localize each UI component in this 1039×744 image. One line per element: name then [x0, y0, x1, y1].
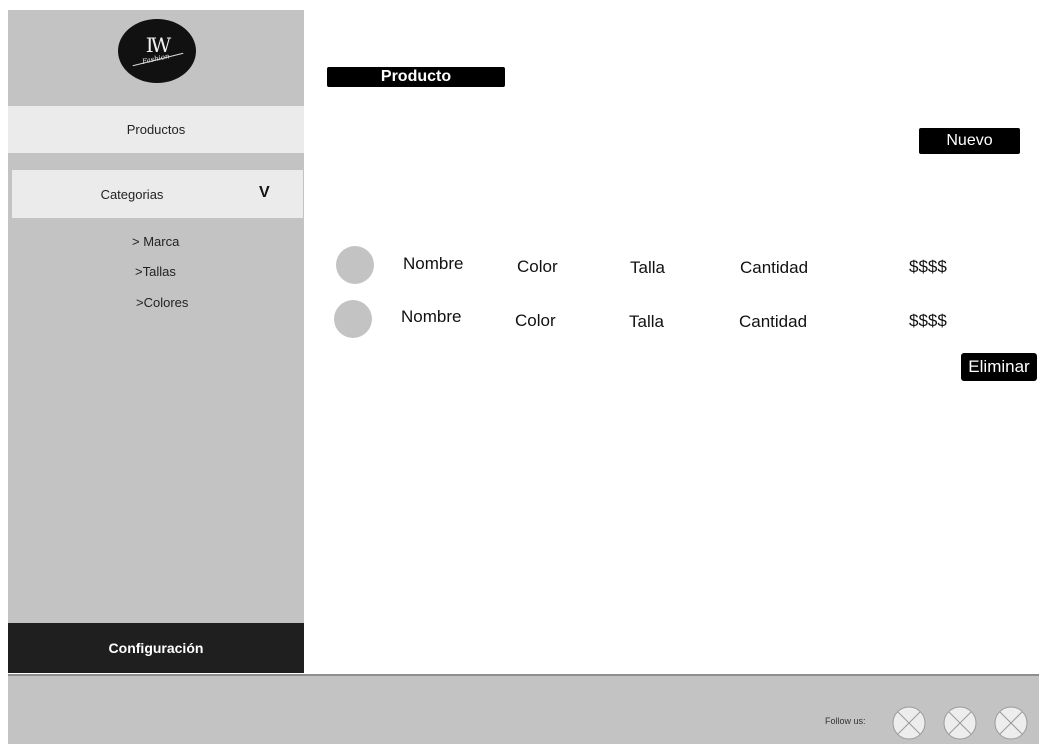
sidebar: IW Fashion Productos Categorias V > Marc… — [8, 10, 304, 673]
cell-talla: Talla — [630, 258, 665, 277]
social-placeholder-icon[interactable] — [994, 706, 1028, 740]
footer: Follow us: — [8, 674, 1039, 744]
sidebar-item-label: Productos — [126, 122, 186, 137]
chevron-down-icon[interactable]: V — [259, 184, 270, 202]
follow-us-label: Follow us: — [825, 716, 866, 726]
cell-cantidad: Cantidad — [740, 258, 809, 277]
cell-nombre: Nombre — [401, 307, 462, 326]
cell-color: Color — [515, 311, 556, 330]
sidebar-subitem-colores[interactable]: >Colores — [136, 295, 188, 310]
page-title: Producto — [327, 67, 505, 87]
new-product-button[interactable]: Nuevo — [919, 128, 1020, 154]
product-image-placeholder — [334, 300, 372, 338]
cell-talla: Talla — [629, 312, 664, 331]
page-title-text: Producto — [380, 68, 452, 85]
delete-button[interactable]: Eliminar — [961, 353, 1037, 381]
sidebar-item-categorias[interactable]: Categorias V — [12, 170, 303, 218]
cell-cantidad: Cantidad — [739, 312, 808, 331]
sidebar-item-label: Categorias — [100, 186, 164, 202]
cell-nombre: Nombre — [403, 254, 464, 273]
social-placeholder-icon[interactable] — [892, 706, 926, 740]
cell-color: Color — [517, 257, 558, 276]
cell-precio: $$$$ — [909, 311, 947, 330]
sidebar-subitem-marca[interactable]: > Marca — [132, 234, 179, 249]
sidebar-item-label: Configuración — [108, 640, 204, 656]
cell-precio: $$$$ — [909, 257, 947, 276]
social-placeholder-icon[interactable] — [943, 706, 977, 740]
sidebar-item-productos[interactable]: Productos — [8, 106, 304, 153]
sidebar-item-configuracion[interactable]: Configuración — [8, 623, 304, 673]
product-image-placeholder — [336, 246, 374, 284]
table-row-inner — [0, 0, 1039, 338]
sidebar-subitem-tallas[interactable]: >Tallas — [135, 264, 176, 279]
